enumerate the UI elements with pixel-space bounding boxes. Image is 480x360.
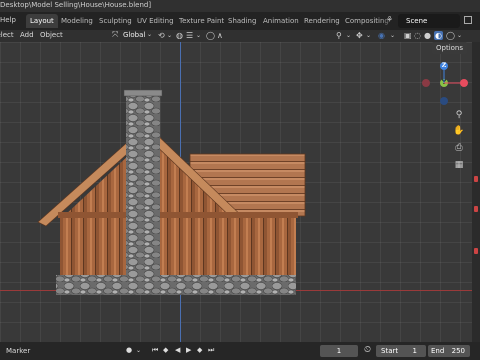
file-path: Desktop\Model Selling\House\House.blend]: [0, 1, 152, 9]
viewport-header: Select Add Object ⤧ Global ⌄ ⟲ ⌄ ◍ ☰ ⌄ ◯…: [0, 30, 480, 42]
start-label: Start: [381, 347, 399, 355]
tab-modeling[interactable]: Modeling: [57, 14, 97, 28]
visibility-icon[interactable]: ⚲: [336, 31, 342, 40]
wireframe-shading-icon[interactable]: ◌: [414, 31, 421, 40]
end-value: 250: [451, 347, 465, 355]
snap-icon[interactable]: ◍: [176, 31, 183, 40]
transform-orientation-dropdown[interactable]: ⤧ Global ⌄: [112, 30, 154, 41]
help-menu[interactable]: Help: [0, 16, 16, 24]
play-reverse-icon[interactable]: ◀: [175, 346, 180, 354]
play-icon[interactable]: ▶: [186, 346, 191, 354]
transform-orientation-label: Global: [123, 31, 146, 39]
house-model[interactable]: [0, 42, 480, 342]
next-keyframe-icon[interactable]: ◆: [197, 346, 202, 354]
menu-select[interactable]: Select: [0, 31, 14, 39]
camera-view-icon[interactable]: ⎙: [452, 141, 466, 155]
options-button[interactable]: Options: [432, 42, 468, 54]
chevron-down-icon[interactable]: ⌄: [390, 32, 395, 39]
menu-add[interactable]: Add: [20, 31, 34, 39]
end-label: End: [431, 347, 445, 355]
right-panel-edge[interactable]: [472, 42, 480, 342]
current-frame-field[interactable]: 1: [320, 345, 358, 357]
prev-keyframe-icon[interactable]: ◆: [163, 346, 168, 354]
workspace-bar: Help Layout Modeling Sculpting UV Editin…: [0, 12, 480, 30]
grid-view-icon[interactable]: ▦: [452, 158, 466, 172]
stone-chimney: [126, 92, 160, 292]
tab-uv-editing[interactable]: UV Editing: [133, 14, 178, 28]
properties-tab-marker[interactable]: [474, 176, 478, 182]
new-scene-icon[interactable]: [464, 16, 472, 24]
lower-wall: [60, 218, 296, 278]
properties-tab-marker[interactable]: [474, 248, 478, 254]
gizmo-toggle-icon[interactable]: ✥: [356, 31, 363, 40]
title-bar: Desktop\Model Selling\House\House.blend]: [0, 0, 480, 12]
snap-type-icon[interactable]: ☰: [186, 31, 193, 40]
chevron-down-icon[interactable]: ⌄: [196, 32, 201, 39]
marker-menu[interactable]: Marker: [6, 347, 30, 355]
tab-rendering[interactable]: Rendering: [300, 14, 344, 28]
xray-icon[interactable]: ▣: [404, 31, 412, 40]
chevron-down-icon[interactable]: ⌄: [167, 32, 172, 39]
chevron-down-icon[interactable]: ⌄: [136, 347, 141, 354]
pivot-icon[interactable]: ⟲: [158, 31, 165, 40]
chevron-down-icon[interactable]: ⌄: [346, 32, 351, 39]
rendered-shading-icon[interactable]: ◯: [446, 31, 455, 40]
tab-layout[interactable]: Layout: [26, 14, 58, 28]
scene-selector[interactable]: Scene: [398, 14, 460, 28]
properties-tab-marker[interactable]: [474, 206, 478, 212]
start-value: 1: [412, 347, 417, 355]
tab-shading[interactable]: Shading: [224, 14, 260, 28]
3d-viewport[interactable]: Options Z Y ⚲ ✋ ⎙ ▦: [0, 42, 480, 342]
timeline-bar: Marker ● ⌄ ⏮ ◆ ◀ ▶ ◆ ⏭ 1 ⏲ Start 1 End 2…: [0, 342, 480, 360]
jump-end-icon[interactable]: ⏭: [208, 346, 214, 355]
end-frame-field[interactable]: End 250: [428, 345, 470, 357]
wall-beam: [58, 212, 298, 218]
falloff-icon[interactable]: ∧: [217, 31, 223, 40]
material-shading-icon[interactable]: ◐: [434, 31, 443, 40]
solid-shading-icon[interactable]: ●: [424, 31, 431, 40]
scene-name: Scene: [406, 17, 428, 25]
chevron-down-icon: ⌄: [147, 31, 153, 38]
start-frame-field[interactable]: Start 1: [376, 345, 426, 357]
orientation-icon: ⤧: [112, 30, 119, 39]
chevron-down-icon[interactable]: ⌄: [457, 32, 462, 39]
jump-start-icon[interactable]: ⏮: [152, 346, 158, 355]
tab-texture-paint[interactable]: Texture Paint: [175, 14, 228, 28]
zoom-icon[interactable]: ⚲: [452, 108, 466, 122]
chimney-cap: [123, 89, 163, 97]
scene-selector-icon[interactable]: ⚘: [386, 15, 393, 24]
tab-animation[interactable]: Animation: [259, 14, 303, 28]
proportional-edit-icon[interactable]: ◯: [206, 31, 215, 40]
overlay-icon[interactable]: ◉: [378, 31, 385, 40]
pan-hand-icon[interactable]: ✋: [452, 124, 466, 138]
record-icon[interactable]: ●: [126, 346, 132, 354]
tab-sculpting[interactable]: Sculpting: [95, 14, 136, 28]
menu-object[interactable]: Object: [40, 31, 63, 39]
gizmo-lines: [443, 66, 462, 84]
stone-foundation: [56, 275, 296, 295]
clock-icon[interactable]: ⏲: [364, 345, 371, 355]
chevron-down-icon[interactable]: ⌄: [366, 32, 371, 39]
